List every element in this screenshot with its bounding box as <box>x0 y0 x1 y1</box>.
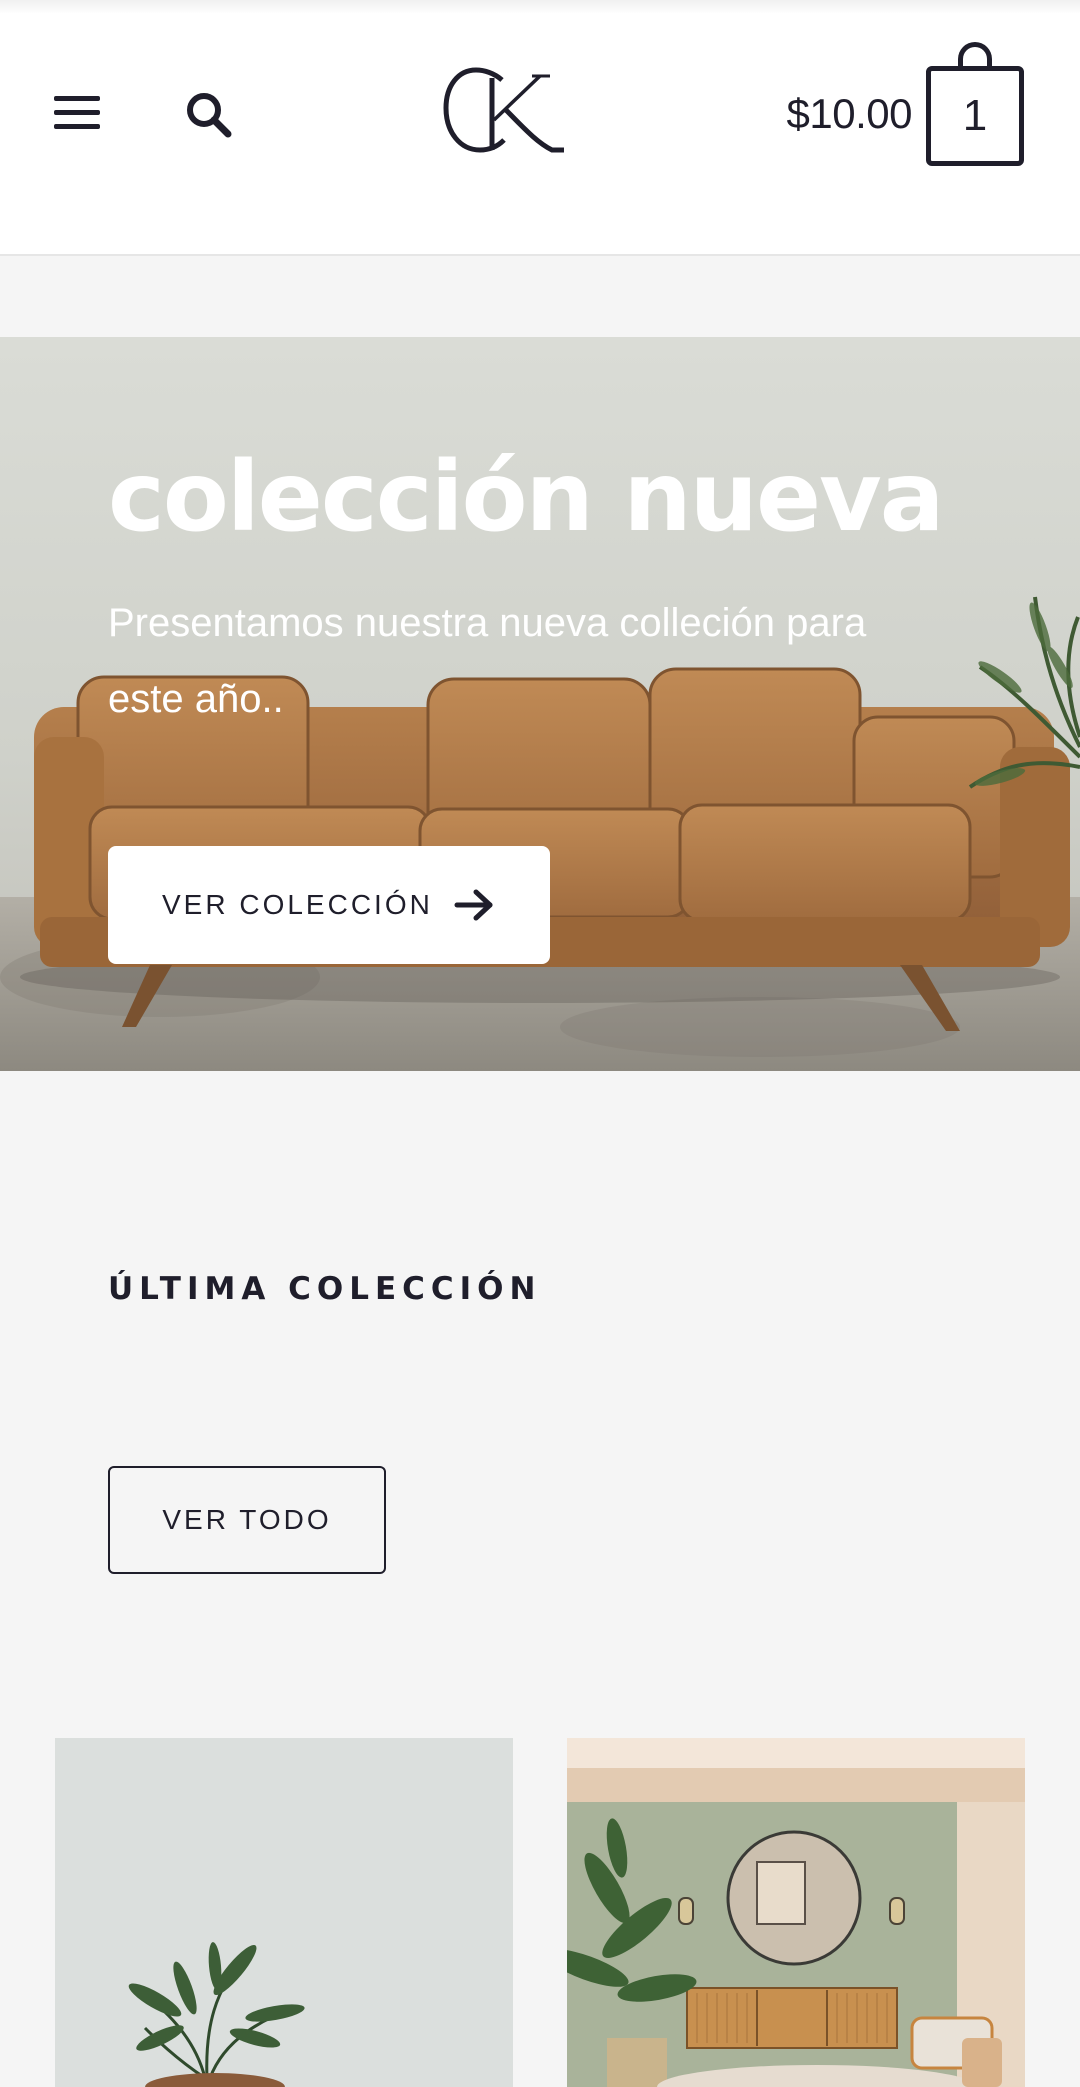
product-card[interactable] <box>55 1738 513 2087</box>
arrow-right-icon <box>454 889 493 921</box>
potted-plant-photo <box>55 1738 513 2087</box>
product-card[interactable] <box>567 1738 1025 2087</box>
menu-bar <box>54 96 100 101</box>
cart-total[interactable]: $10.00 <box>770 86 913 142</box>
see-all-button[interactable]: VER TODO <box>108 1466 386 1574</box>
header-shadow <box>0 0 1080 14</box>
hero-banner: colección nueva Presentamos nuestra nuev… <box>0 337 1080 1071</box>
hero-title: colección nueva <box>108 441 944 553</box>
living-room-interior-photo <box>567 1738 1025 2087</box>
site-header: $10.00 1 <box>0 0 1080 256</box>
site-logo[interactable] <box>440 62 572 162</box>
hero-subtitle: Presentamos nuestra nueva colleción para… <box>108 601 867 721</box>
view-collection-label: VER COLECCIÓN <box>162 889 433 920</box>
section-title: ÚLTIMA COLECCIÓN <box>108 1271 542 1307</box>
menu-bar <box>54 110 100 115</box>
menu-bar <box>54 124 100 129</box>
menu-icon[interactable] <box>50 90 106 138</box>
search-icon[interactable] <box>182 88 238 144</box>
cart-count: 1 <box>926 66 1024 166</box>
view-collection-button[interactable]: VER COLECCIÓN <box>108 846 550 964</box>
shopping-bag-icon[interactable]: 1 <box>924 40 1026 168</box>
